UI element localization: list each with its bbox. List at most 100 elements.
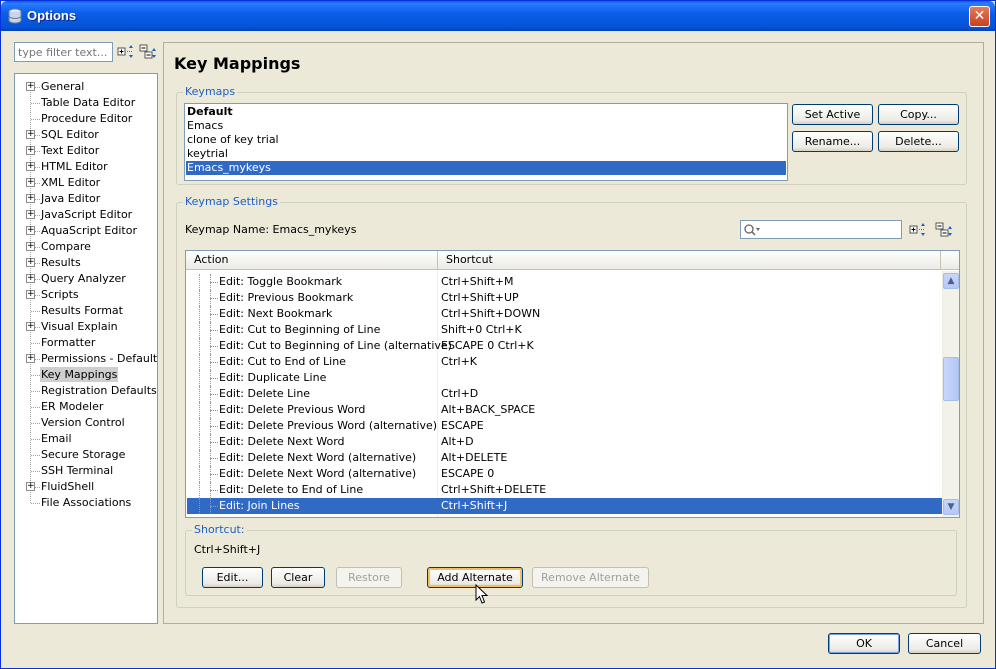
tree-item[interactable]: Secure Storage: [15, 447, 157, 463]
tree-item[interactable]: Version Control: [15, 415, 157, 431]
filter-input[interactable]: [14, 42, 113, 62]
tree-item[interactable]: + HTML Editor: [15, 159, 157, 175]
tree-item-label: Compare: [41, 240, 91, 253]
remove-alternate-button[interactable]: Remove Alternate: [532, 567, 649, 588]
expand-icon[interactable]: +: [26, 290, 35, 299]
tree-item[interactable]: + FluidShell: [15, 479, 157, 495]
tree-item[interactable]: Results Format: [15, 303, 157, 319]
search-input[interactable]: [740, 220, 902, 239]
tree-item[interactable]: Procedure Editor: [15, 111, 157, 127]
tree-item-label: Procedure Editor: [41, 112, 133, 125]
table-row[interactable]: Edit: Cut to End of Line Ctrl+K: [187, 354, 942, 370]
table-row[interactable]: Edit: Cut to Beginning of Line Shift+0 Ct…: [187, 322, 942, 338]
restore-button[interactable]: Restore: [336, 567, 402, 588]
expand-all-icon[interactable]: [909, 222, 927, 238]
tree-item[interactable]: + AquaScript Editor: [15, 223, 157, 239]
cancel-button[interactable]: Cancel: [908, 633, 981, 654]
tree-item[interactable]: SSH Terminal: [15, 463, 157, 479]
key-mappings-table[interactable]: Action Shortcut Edit: Toggle Bookmark Ctr…: [185, 250, 960, 518]
table-row[interactable]: Edit: Delete Next Word Alt+D: [187, 434, 942, 450]
tree-item[interactable]: ER Modeler: [15, 399, 157, 415]
tree-item[interactable]: + XML Editor: [15, 175, 157, 191]
expand-icon[interactable]: +: [26, 242, 35, 251]
tree-item[interactable]: Formatter: [15, 335, 157, 351]
table-row[interactable]: Edit: Delete Next Word (alternative) ESCA…: [187, 466, 942, 482]
tree-item[interactable]: + JavaScript Editor: [15, 207, 157, 223]
tree-item-label: FluidShell: [41, 480, 95, 493]
tree-item[interactable]: + Query Analyzer: [15, 271, 157, 287]
table-row[interactable]: Edit: Join Lines Ctrl+Shift+J: [187, 498, 942, 514]
tree-item[interactable]: + Text Editor: [15, 143, 157, 159]
expand-icon[interactable]: +: [26, 210, 35, 219]
expand-icon[interactable]: +: [26, 162, 35, 171]
scroll-down-button[interactable]: ▼: [943, 499, 959, 515]
table-row[interactable]: Edit: Delete to End of Line Ctrl+Shift+DE…: [187, 482, 942, 498]
clear-button[interactable]: Clear: [271, 567, 325, 588]
expand-icon[interactable]: +: [26, 354, 35, 363]
expand-icon[interactable]: +: [26, 130, 35, 139]
tree-item[interactable]: + Results: [15, 255, 157, 271]
tree-item[interactable]: + Permissions - Default: [15, 351, 157, 367]
column-header-shortcut[interactable]: Shortcut: [438, 251, 941, 270]
column-header-action[interactable]: Action: [186, 251, 438, 270]
expand-icon[interactable]: +: [26, 322, 35, 331]
expand-all-icon[interactable]: [117, 44, 135, 60]
tree-item[interactable]: Registration Defaults: [15, 383, 157, 399]
tree-item[interactable]: + General: [15, 79, 157, 95]
preferences-tree[interactable]: + General Table Data Editor Procedure Edito…: [14, 73, 158, 624]
keymap-list-item[interactable]: keytrial: [186, 147, 786, 161]
keymap-list-item[interactable]: clone of key trial: [186, 133, 786, 147]
shortcut-cell: Ctrl+Shift+DOWN: [441, 307, 541, 320]
tree-item[interactable]: + Scripts: [15, 287, 157, 303]
delete-button[interactable]: Delete...: [878, 131, 959, 152]
tree-item[interactable]: + Java Editor: [15, 191, 157, 207]
table-row[interactable]: Edit: Delete Line Ctrl+D: [187, 386, 942, 402]
expand-icon[interactable]: +: [26, 482, 35, 491]
tree-item-label: Java Editor: [41, 192, 101, 205]
expand-icon[interactable]: +: [26, 146, 35, 155]
collapse-all-icon[interactable]: [935, 222, 953, 238]
keymaps-list[interactable]: Default Emacs clone of key trial keytrial Em…: [184, 103, 788, 181]
keymap-list-item[interactable]: Emacs_mykeys: [186, 161, 786, 175]
table-row[interactable]: Edit: Next Bookmark Ctrl+Shift+DOWN: [187, 306, 942, 322]
action-cell: Edit: Delete Next Word: [219, 435, 345, 448]
expand-icon[interactable]: +: [26, 178, 35, 187]
edit-button[interactable]: Edit...: [202, 567, 263, 588]
tree-item[interactable]: + Compare: [15, 239, 157, 255]
keymap-list-item[interactable]: Emacs: [186, 119, 786, 133]
scroll-up-button[interactable]: ▲: [943, 273, 959, 289]
copy-button[interactable]: Copy...: [878, 104, 959, 125]
collapse-all-icon[interactable]: [139, 44, 157, 60]
expand-icon[interactable]: +: [26, 274, 35, 283]
ok-button[interactable]: OK: [828, 633, 900, 654]
tree-item[interactable]: + Visual Explain: [15, 319, 157, 335]
table-row[interactable]: Edit: Toggle Bookmark Ctrl+Shift+M: [187, 274, 942, 290]
table-row[interactable]: Edit: Delete Previous Word Alt+BACK_SPACE: [187, 402, 942, 418]
rename-button[interactable]: Rename...: [792, 131, 873, 152]
expand-icon[interactable]: +: [26, 82, 35, 91]
database-icon: [8, 8, 22, 24]
close-button[interactable]: ✕: [969, 6, 990, 27]
keymap-list-item[interactable]: Default: [186, 105, 786, 119]
table-row[interactable]: Edit: Previous Bookmark Ctrl+Shift+UP: [187, 290, 942, 306]
expand-icon[interactable]: +: [26, 258, 35, 267]
set-active-button[interactable]: Set Active: [792, 104, 873, 125]
table-row[interactable]: Edit: Delete Previous Word (alternative)…: [187, 418, 942, 434]
expand-icon[interactable]: +: [26, 226, 35, 235]
tree-item[interactable]: Table Data Editor: [15, 95, 157, 111]
table-row[interactable]: Edit: Delete Next Word (alternative) Alt+…: [187, 450, 942, 466]
tree-item[interactable]: Email: [15, 431, 157, 447]
tree-item-label: SSH Terminal: [41, 464, 114, 477]
table-row[interactable]: Edit: Duplicate Line: [187, 370, 942, 386]
expand-icon[interactable]: +: [26, 194, 35, 203]
table-scrollbar[interactable]: ▲ ▼: [942, 271, 959, 517]
action-cell: Edit: Delete to End of Line: [219, 483, 364, 496]
action-cell: Edit: Join Lines: [219, 499, 300, 512]
tree-item-label: Key Mappings: [40, 367, 119, 382]
scroll-thumb[interactable]: [943, 357, 959, 401]
tree-item[interactable]: Key Mappings: [15, 367, 157, 383]
title-bar[interactable]: Options ✕: [1, 1, 995, 31]
tree-item[interactable]: File Associations: [15, 495, 157, 511]
table-row[interactable]: Edit: Cut to Beginning of Line (alternat…: [187, 338, 942, 354]
tree-item[interactable]: + SQL Editor: [15, 127, 157, 143]
